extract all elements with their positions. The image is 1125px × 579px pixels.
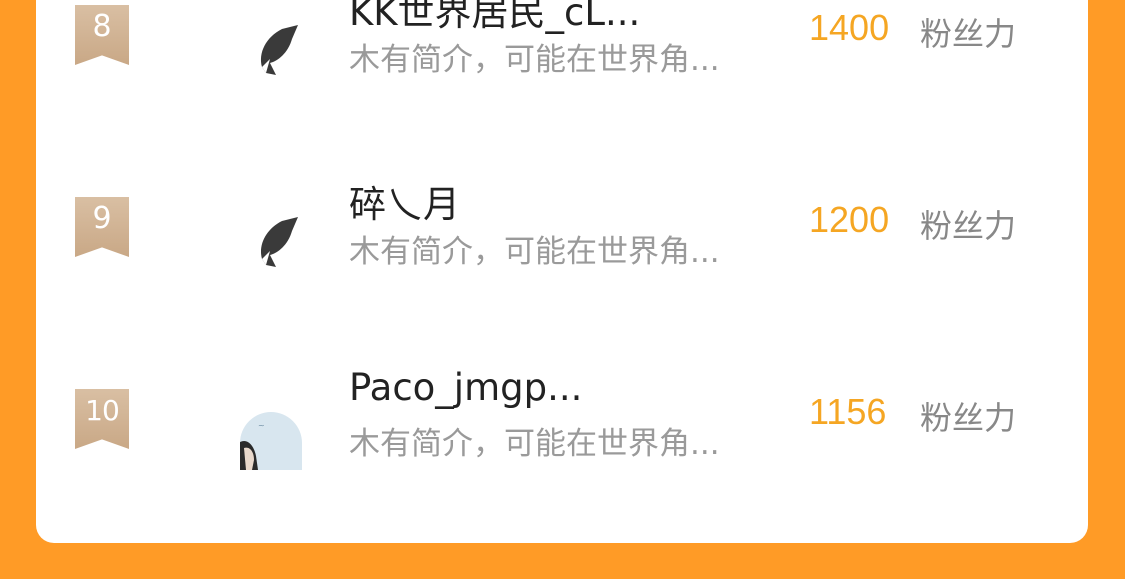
rank-badge: 8 <box>75 5 129 65</box>
username[interactable]: 碎乀月 <box>349 174 460 228</box>
svg-text:~: ~ <box>258 421 265 430</box>
bio-text: 木有简介，可能在世界角... <box>349 42 720 78</box>
username[interactable]: KK世界居民_cL... <box>349 0 640 36</box>
default-shark-avatar-icon[interactable] <box>240 17 302 79</box>
list-item[interactable]: 10 ~ Paco_jmgp... 木有简介，可能在世界角... 1156 粉丝… <box>36 354 1088 504</box>
rank-badge: 10 <box>75 389 129 449</box>
bio-text: 木有简介，可能在世界角... <box>349 234 720 270</box>
photo-avatar[interactable]: ~ <box>240 412 302 470</box>
fan-power-score: 1200 <box>809 199 890 240</box>
list-item[interactable]: 8 KK世界居民_cL... 木有简介，可能在世界角... 1400 粉丝力 <box>36 0 1088 120</box>
rank-badge: 9 <box>75 197 129 257</box>
default-shark-avatar-icon[interactable] <box>240 209 302 271</box>
username[interactable]: Paco_jmgp... <box>349 366 582 409</box>
fan-power-score: 1400 <box>809 7 890 48</box>
bio-text: 木有简介，可能在世界角... <box>349 426 720 462</box>
ranking-card: 8 KK世界居民_cL... 木有简介，可能在世界角... 1400 粉丝力 9… <box>36 0 1088 543</box>
fan-power-unit: 粉丝力 <box>920 399 1017 437</box>
fan-power-score: 1156 <box>809 391 887 432</box>
list-item[interactable]: 9 碎乀月 木有简介，可能在世界角... 1200 粉丝力 <box>36 162 1088 312</box>
fan-power-unit: 粉丝力 <box>920 15 1017 53</box>
fan-power-unit: 粉丝力 <box>920 207 1017 245</box>
